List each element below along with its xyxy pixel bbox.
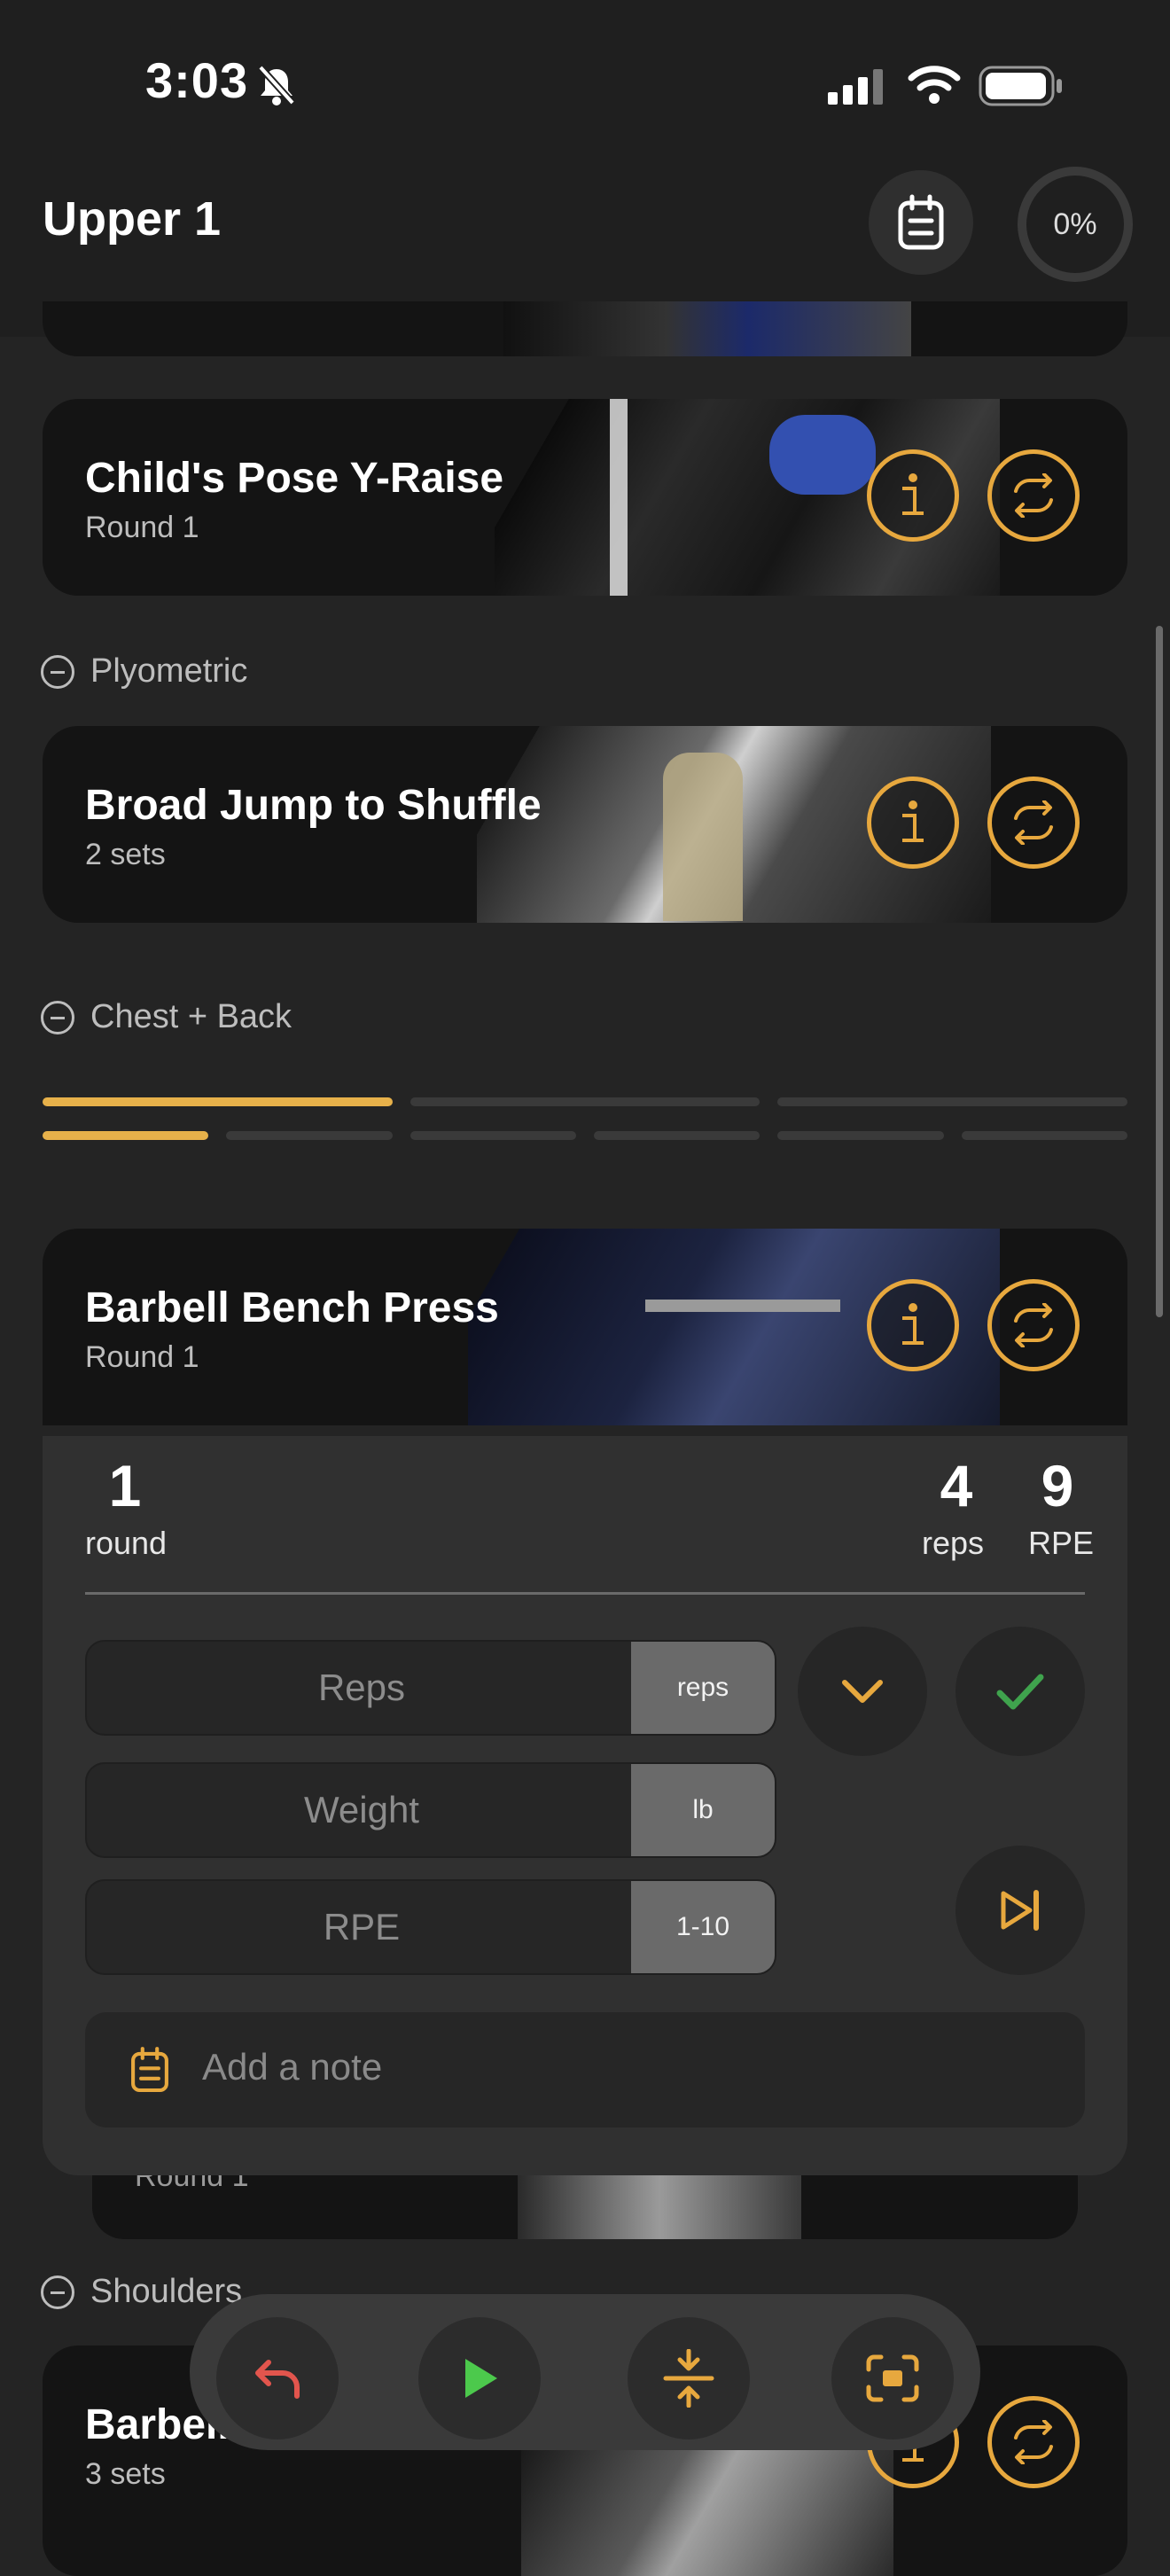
collapse-icon — [41, 654, 74, 689]
weight-unit: lb — [631, 1764, 775, 1856]
swap-button[interactable] — [987, 1279, 1080, 1371]
progress-segment-row2 — [43, 1131, 209, 1140]
exercise-subtitle: Round 1 — [85, 1340, 199, 1374]
info-button[interactable] — [867, 777, 959, 869]
undo-button[interactable] — [216, 2317, 339, 2439]
figure-shape — [663, 753, 743, 921]
chevron-down-icon — [842, 1680, 883, 1703]
swap-button[interactable] — [987, 2396, 1080, 2488]
collapse-icon — [41, 2275, 74, 2309]
section-shoulders[interactable]: Shoulders — [41, 2273, 242, 2311]
section-plyometric[interactable]: Plyometric — [41, 652, 247, 691]
rpe-unit: 1-10 — [631, 1881, 775, 1973]
swap-button[interactable] — [987, 449, 1080, 542]
exercise-subtitle: 3 sets — [85, 2457, 166, 2491]
rpe-field[interactable]: RPE 1-10 — [85, 1879, 776, 1975]
round-label: round — [85, 1525, 168, 1561]
reps-unit: reps — [631, 1642, 775, 1734]
exercise-title: Broad Jump to Shuffle — [85, 782, 542, 829]
exercise-card-partial[interactable] — [43, 301, 1127, 356]
info-button[interactable] — [867, 1279, 959, 1371]
focus-button[interactable] — [831, 2317, 954, 2439]
collapse-icon — [41, 1000, 74, 1034]
exercise-card[interactable]: Barbell Bench Press Round 1 — [43, 1229, 1127, 1425]
play-button[interactable] — [418, 2317, 541, 2439]
info-icon — [902, 1303, 924, 1345]
swap-icon — [1014, 800, 1053, 845]
section-label: Plyometric — [90, 652, 248, 690]
info-button[interactable] — [867, 449, 959, 542]
progress-segment-row1 — [43, 1097, 393, 1106]
progress-segment-row2 — [961, 1131, 1127, 1140]
progress-segment-row2 — [226, 1131, 393, 1140]
exercise-subtitle: Round 1 — [85, 511, 199, 544]
round-stat: 1 — [108, 1453, 142, 1518]
set-entry-panel: 1 round 4 reps 9 RPE Reps reps Weight lb… — [43, 1436, 1127, 2175]
swap-button[interactable] — [987, 777, 1080, 869]
exercise-subtitle: 2 sets — [85, 838, 166, 871]
progress-segment-row2 — [777, 1131, 944, 1140]
swap-icon — [1014, 1303, 1053, 1347]
swap-icon — [1014, 473, 1053, 518]
exercise-title: Child's Pose Y-Raise — [85, 455, 504, 502]
target-reps: 4 — [940, 1453, 973, 1518]
page-title: Upper 1 — [43, 192, 222, 246]
wifi-icon — [908, 66, 961, 104]
status-time: 3:03 — [145, 52, 249, 108]
section-chest-back[interactable]: Chest + Back — [41, 998, 292, 1036]
weight-input[interactable]: Weight — [87, 1764, 636, 1856]
info-icon — [902, 473, 924, 515]
note-placeholder: Add a note — [202, 2046, 383, 2088]
complete-set-button[interactable] — [956, 1627, 1085, 1756]
section-label: Chest + Back — [90, 998, 292, 1035]
signal-icon — [828, 69, 883, 105]
focus-icon — [866, 2354, 919, 2402]
top-bar — [0, 0, 1170, 337]
info-icon — [902, 800, 924, 842]
target-rpe-label: RPE — [1028, 1525, 1095, 1561]
scrollbar[interactable] — [1156, 626, 1163, 1317]
notes-icon — [131, 2047, 168, 2093]
progress-segment-row2 — [410, 1131, 576, 1140]
reps-field[interactable]: Reps reps — [85, 1640, 776, 1736]
undo-icon — [255, 2360, 300, 2399]
compress-icon — [663, 2349, 714, 2408]
swap-icon — [1014, 2420, 1053, 2464]
reps-input[interactable]: Reps — [87, 1642, 636, 1734]
battery-icon — [979, 66, 1062, 106]
divider — [85, 1592, 1085, 1595]
bottom-toolbar — [190, 2294, 980, 2450]
figure-shape — [769, 415, 876, 495]
weight-field[interactable]: Weight lb — [85, 1762, 776, 1858]
rpe-input[interactable]: RPE — [87, 1881, 636, 1973]
silent-bell-icon — [258, 65, 295, 105]
target-rpe: 9 — [1041, 1453, 1074, 1518]
progress-segment-row1 — [777, 1097, 1127, 1106]
target-reps-label: reps — [922, 1525, 985, 1561]
play-icon — [465, 2359, 497, 2398]
add-note-field[interactable]: Add a note — [85, 2012, 1085, 2127]
check-icon — [996, 1674, 1044, 1710]
notes-icon — [898, 194, 944, 250]
compress-button[interactable] — [628, 2317, 750, 2439]
exercise-title: Barbell Bench Press — [85, 1284, 499, 1331]
workout-progress-ring: 0% — [1018, 167, 1133, 282]
exercise-card[interactable]: Child's Pose Y-Raise Round 1 — [43, 399, 1127, 596]
progress-segment-row1 — [410, 1097, 760, 1106]
expand-button[interactable] — [798, 1627, 927, 1756]
workout-notes-button[interactable] — [869, 170, 973, 275]
progress-segment-row2 — [594, 1131, 760, 1140]
skip-set-button[interactable] — [956, 1846, 1085, 1975]
section-label: Shoulders — [90, 2273, 243, 2310]
skip-next-icon — [1001, 1890, 1039, 1931]
exercise-card[interactable]: Broad Jump to Shuffle 2 sets — [43, 726, 1127, 923]
